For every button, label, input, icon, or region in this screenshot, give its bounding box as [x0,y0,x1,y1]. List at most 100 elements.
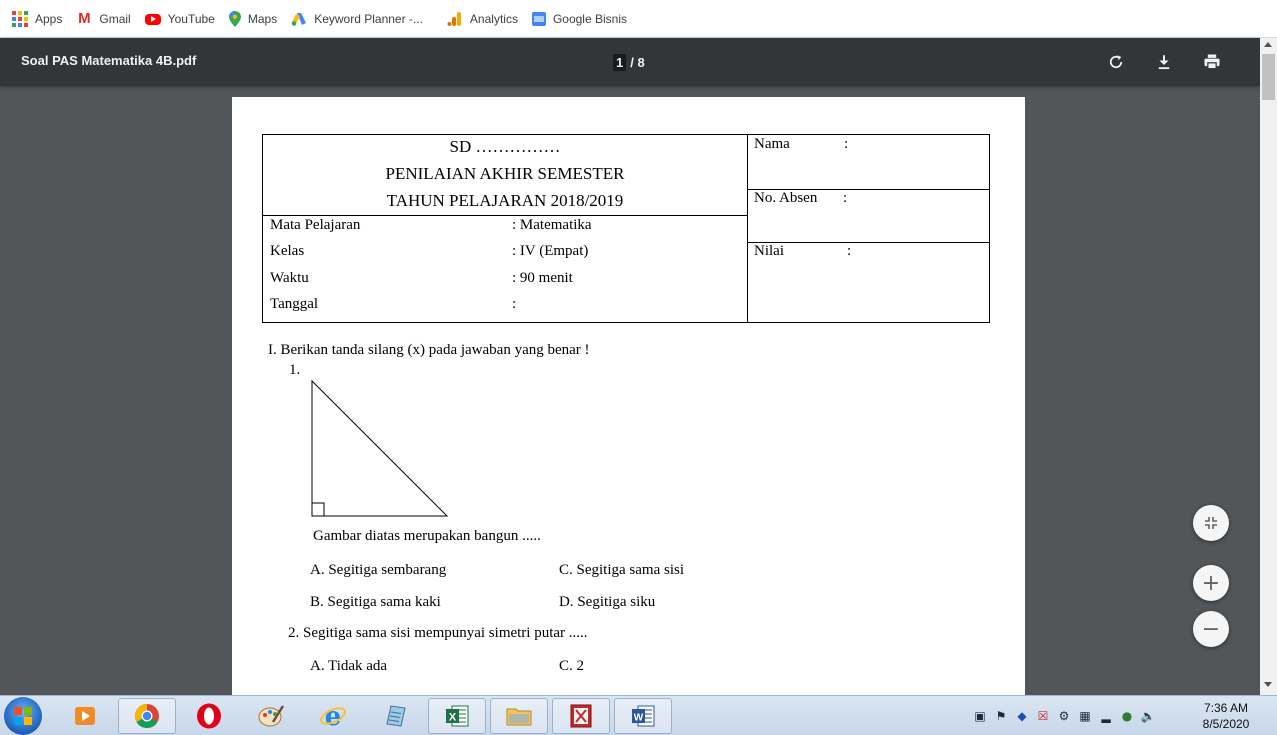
right-field-label: No. Absen [754,190,818,206]
page-scrollbar[interactable] [1260,38,1277,695]
rotate-icon [1109,55,1123,69]
bookmark-label: Maps [247,11,278,26]
usb-device-icon[interactable]: ▦ [1077,708,1093,724]
zoom-out-button[interactable]: − [1193,611,1229,647]
notepad-icon [386,705,406,727]
answer-option: D. Segitiga siku [559,594,656,610]
field-value: : [512,296,517,312]
print-button[interactable] [1200,50,1224,74]
question-prompt: Gambar diatas merupakan bangun ..... [313,528,541,544]
opera-icon [197,703,221,729]
taskbar-paint[interactable] [242,698,300,734]
bookmark-google-bisnis[interactable]: Google Bisnis [530,6,635,32]
tray-app-icon[interactable]: ▣ [972,708,988,724]
academic-year: TAHUN PELAJARAN 2018/2019 [386,191,624,210]
right-field-label: Nilai [754,243,784,259]
internet-explorer-icon: e [319,702,347,731]
field-label: Mata Pelajaran [270,217,361,233]
exam-title: PENILAIAN AKHIR SEMESTER [385,164,625,183]
field-label: Tanggal [270,296,319,312]
pdf-page: SD …………… PENILAIAN AKHIR SEMESTER TAHUN … [232,97,1025,695]
svg-text:X: X [449,712,457,724]
taskbar-file-explorer[interactable] [490,698,548,734]
clock-time: 7:36 AM [1203,701,1249,715]
taskbar-notepad[interactable] [366,698,424,734]
bookmark-label: Analytics [469,11,518,26]
volume-icon[interactable]: 🔈 [1140,708,1156,724]
right-triangle-figure [311,379,449,517]
bookmark-label: YouTube [167,11,215,26]
media-player-icon [75,707,95,725]
download-button[interactable] [1152,50,1176,74]
file-explorer-icon [506,708,532,726]
question-prompt: 2. Segitiga sama sisi mempunyai simetri … [288,625,588,641]
windows-taskbar: e X W ▣ ⚑ ◆ ☒ ⚙ ▦ ▂ ● 🔈 7:36 AM 8/5/2020 [0,695,1277,735]
network-icon[interactable]: ● [1119,708,1135,724]
bluetooth-icon[interactable]: ◆ [1014,708,1030,724]
print-icon [1204,54,1220,70]
analytics-icon [447,11,463,27]
right-field-label: Nama [754,136,790,152]
taskbar-media-player[interactable] [56,698,114,734]
taskbar-word[interactable]: W [614,698,672,734]
bookmark-label: Gmail [99,11,131,26]
flag-icon[interactable]: ⚑ [993,708,1009,724]
page-total: / 8 [630,54,645,70]
svg-text:e: e [325,702,342,731]
pdf-toolbar: Soal PAS Matematika 4B.pdf 1 / 8 [0,38,1260,86]
school-name: SD …………… [449,137,561,156]
svg-text:W: W [634,713,644,724]
bookmark-youtube[interactable]: YouTube [143,6,223,32]
taskbar-internet-explorer[interactable]: e [304,698,362,734]
zoom-in-button[interactable]: + [1193,565,1229,601]
google-ads-icon [291,11,307,27]
rotate-button[interactable] [1104,50,1128,74]
windows-start-button[interactable] [4,697,42,735]
signal-strength-icon[interactable]: ▂ [1098,708,1114,724]
right-field-value: : [843,190,848,206]
bookmark-maps[interactable]: Maps [227,6,285,32]
taskbar-excel[interactable]: X [428,698,486,734]
scroll-thumb[interactable] [1262,54,1275,100]
maps-pin-icon [228,10,241,27]
bookmark-analytics[interactable]: Analytics [445,6,526,32]
bookmark-keyword-planner[interactable]: Keyword Planner -... [289,6,431,32]
field-label: Kelas [270,243,305,259]
bookmarks-bar: Apps M Gmail YouTube Maps Keyword Planne… [0,0,1277,38]
system-tray: ▣ ⚑ ◆ ☒ ⚙ ▦ ▂ ● 🔈 [972,700,1161,732]
page-indicator: 1 / 8 [613,52,645,72]
antivirus-icon[interactable]: ☒ [1035,708,1051,724]
apps-grid-icon [12,10,28,27]
fit-to-page-icon [1205,517,1217,529]
taskbar-chrome[interactable] [118,698,176,734]
question-number: 1. [289,362,301,378]
right-field-value: : [847,243,852,259]
field-label: Waktu [270,270,309,286]
system-clock[interactable]: 7:36 AM 8/5/2020 [1190,700,1262,732]
right-field-value: : [844,136,849,152]
page-number-input[interactable]: 1 [613,53,627,71]
fit-to-page-button[interactable] [1193,505,1229,541]
taskbar-pdf-reader[interactable] [552,698,610,734]
windows-start-icon [14,707,32,725]
scroll-up-arrow-icon[interactable] [1264,42,1272,47]
bookmark-label: Apps [35,11,63,26]
youtube-icon [144,14,161,25]
scroll-down-arrow-icon[interactable] [1264,682,1272,687]
tools-icon[interactable]: ⚙ [1056,708,1072,724]
document-title: Soal PAS Matematika 4B.pdf [21,53,197,68]
bookmark-gmail[interactable]: M Gmail [74,6,138,32]
download-icon [1158,55,1170,70]
pdf-reader-icon [570,704,592,728]
field-value: : IV (Empat) [512,243,589,259]
field-value: : Matematika [512,217,592,233]
exam-header-table: SD …………… PENILAIAN AKHIR SEMESTER TAHUN … [262,134,990,323]
bookmark-apps[interactable]: Apps [10,6,70,32]
section-instruction: I. Berikan tanda silang (x) pada jawaban… [268,342,590,358]
bookmark-label: Keyword Planner -... [314,11,423,26]
clock-date: 8/5/2020 [1202,717,1250,731]
answer-option: A. Segitiga sembarang [310,562,447,578]
taskbar-opera[interactable] [180,698,238,734]
field-value: : 90 menit [512,270,573,286]
gmail-icon: M [78,9,91,27]
